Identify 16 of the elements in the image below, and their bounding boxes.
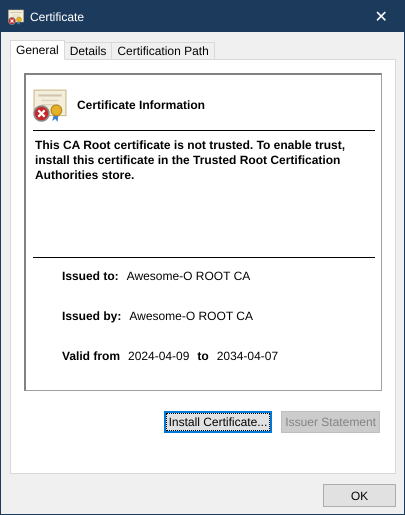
- field-value: Awesome-O ROOT CA: [129, 309, 253, 323]
- field-label: Valid from: [62, 349, 120, 363]
- field-label: to: [197, 349, 209, 363]
- panel-button[interactable]: Install Certificate...: [164, 411, 272, 433]
- info-heading: Certificate Information: [77, 98, 206, 112]
- field-label: Issued by:: [62, 309, 122, 323]
- window-title: Certificate: [30, 10, 86, 24]
- field-label: Issued to:: [62, 269, 119, 283]
- tab[interactable]: Certification Path: [111, 42, 215, 59]
- tab[interactable]: General: [10, 40, 65, 60]
- field-value: Awesome-O ROOT CA: [126, 269, 250, 283]
- ok-button[interactable]: OK: [323, 484, 396, 507]
- trust-message: This CA Root certificate is not trusted. To enable trust, install this certificate in the Trusted Root Certification Authorities store.: [33, 131, 375, 258]
- close-button[interactable]: ✕: [358, 1, 404, 32]
- field-value: 2024-04-09: [128, 349, 190, 363]
- field-value: 2034-04-07: [216, 349, 278, 363]
